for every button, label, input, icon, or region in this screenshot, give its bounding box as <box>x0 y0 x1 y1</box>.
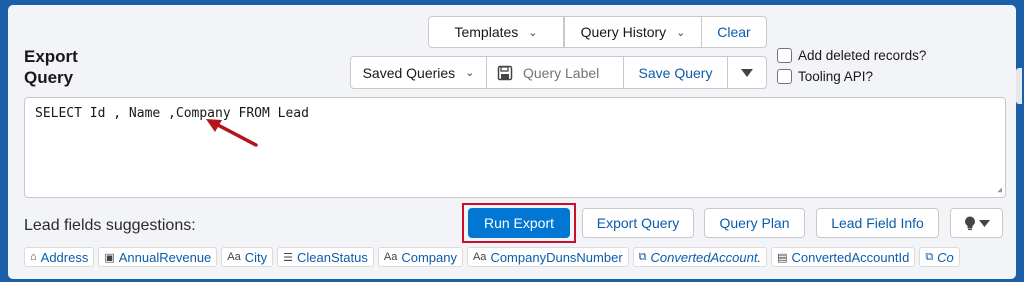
field-chip[interactable]: ▤ ConvertedAccountId <box>771 247 916 267</box>
field-chip-label: Company <box>401 249 457 265</box>
suggestion-options-dropdown[interactable] <box>950 208 1003 238</box>
query-plan-button[interactable]: Query Plan <box>704 208 805 238</box>
export-query-button[interactable]: Export Query <box>582 208 694 238</box>
caret-down-icon <box>741 68 753 77</box>
lead-field-info-button[interactable]: Lead Field Info <box>816 208 939 238</box>
field-suggestion-list: ⌂ Address ▣ AnnualRevenue Aa City ☰ CleanStatus… <box>24 247 1014 267</box>
save-query-button[interactable]: Save Query <box>623 56 728 89</box>
reference-icon: ⧉ <box>638 250 647 263</box>
scrollbar[interactable] <box>1016 68 1022 104</box>
saved-queries-select[interactable]: Saved Queries ⌄ <box>350 56 487 89</box>
query-label-input[interactable]: Query Label <box>486 56 624 89</box>
clear-button[interactable]: Clear <box>701 16 767 48</box>
resize-handle-icon[interactable]: ◢ <box>997 185 1002 194</box>
field-chip-label: CleanStatus <box>297 249 368 265</box>
run-export-button[interactable]: Run Export <box>468 208 570 238</box>
field-chip-label: AnnualRevenue <box>118 249 212 265</box>
field-chip[interactable]: ⧉ ConvertedAccount. <box>632 247 768 267</box>
list-icon: ☰ <box>283 251 294 264</box>
field-chip[interactable]: Aa City <box>221 247 274 267</box>
suggestions-label: Lead fields suggestions: <box>24 217 196 234</box>
annotation-arrow <box>206 119 258 147</box>
field-chip-label: ConvertedAccountId <box>791 249 910 265</box>
tooling-api-option[interactable]: Tooling API? <box>777 69 873 84</box>
field-chip-label: Co <box>937 249 954 265</box>
field-chip[interactable]: Aa Company <box>377 247 463 267</box>
field-chip[interactable]: ▣ AnnualRevenue <box>98 247 218 267</box>
add-deleted-checkbox[interactable] <box>777 48 792 63</box>
reference-icon: ⧉ <box>925 250 934 263</box>
page-title: Export Query <box>24 47 78 87</box>
text-type-icon: Aa <box>472 251 487 263</box>
more-actions-dropdown[interactable] <box>727 56 767 89</box>
field-chip-label: City <box>244 249 268 265</box>
query-editor[interactable]: SELECT Id , Name ,Company FROM Lead ◢ <box>24 97 1006 198</box>
currency-icon: ▣ <box>104 251 115 264</box>
field-chip-label: Address <box>40 249 89 265</box>
field-chip[interactable]: ☰ CleanStatus <box>277 247 374 267</box>
text-type-icon: Aa <box>227 251 241 263</box>
save-disk-icon <box>497 65 513 80</box>
id-icon: ▤ <box>777 251 788 264</box>
field-chip[interactable]: ⧉ Co <box>919 247 960 267</box>
run-export-highlight: Run Export <box>462 203 576 243</box>
caret-down-icon <box>978 219 990 227</box>
field-chip-label: ConvertedAccount. <box>650 249 762 265</box>
query-history-select[interactable]: Query History ⌄ <box>564 16 702 48</box>
field-chip[interactable]: ⌂ Address <box>24 247 95 267</box>
chevron-down-icon: ⌄ <box>465 67 475 79</box>
templates-select[interactable]: Templates ⌄ <box>428 16 564 48</box>
text-type-icon: Aa <box>383 251 398 263</box>
add-deleted-records-option[interactable]: Add deleted records? <box>777 48 926 63</box>
chevron-down-icon: ⌄ <box>676 26 686 39</box>
chevron-down-icon: ⌄ <box>528 26 538 39</box>
home-icon: ⌂ <box>30 251 37 263</box>
field-chip-label: CompanyDunsNumber <box>490 249 623 265</box>
lightbulb-icon <box>964 216 975 230</box>
field-chip[interactable]: Aa CompanyDunsNumber <box>466 247 629 267</box>
tooling-api-checkbox[interactable] <box>777 69 792 84</box>
